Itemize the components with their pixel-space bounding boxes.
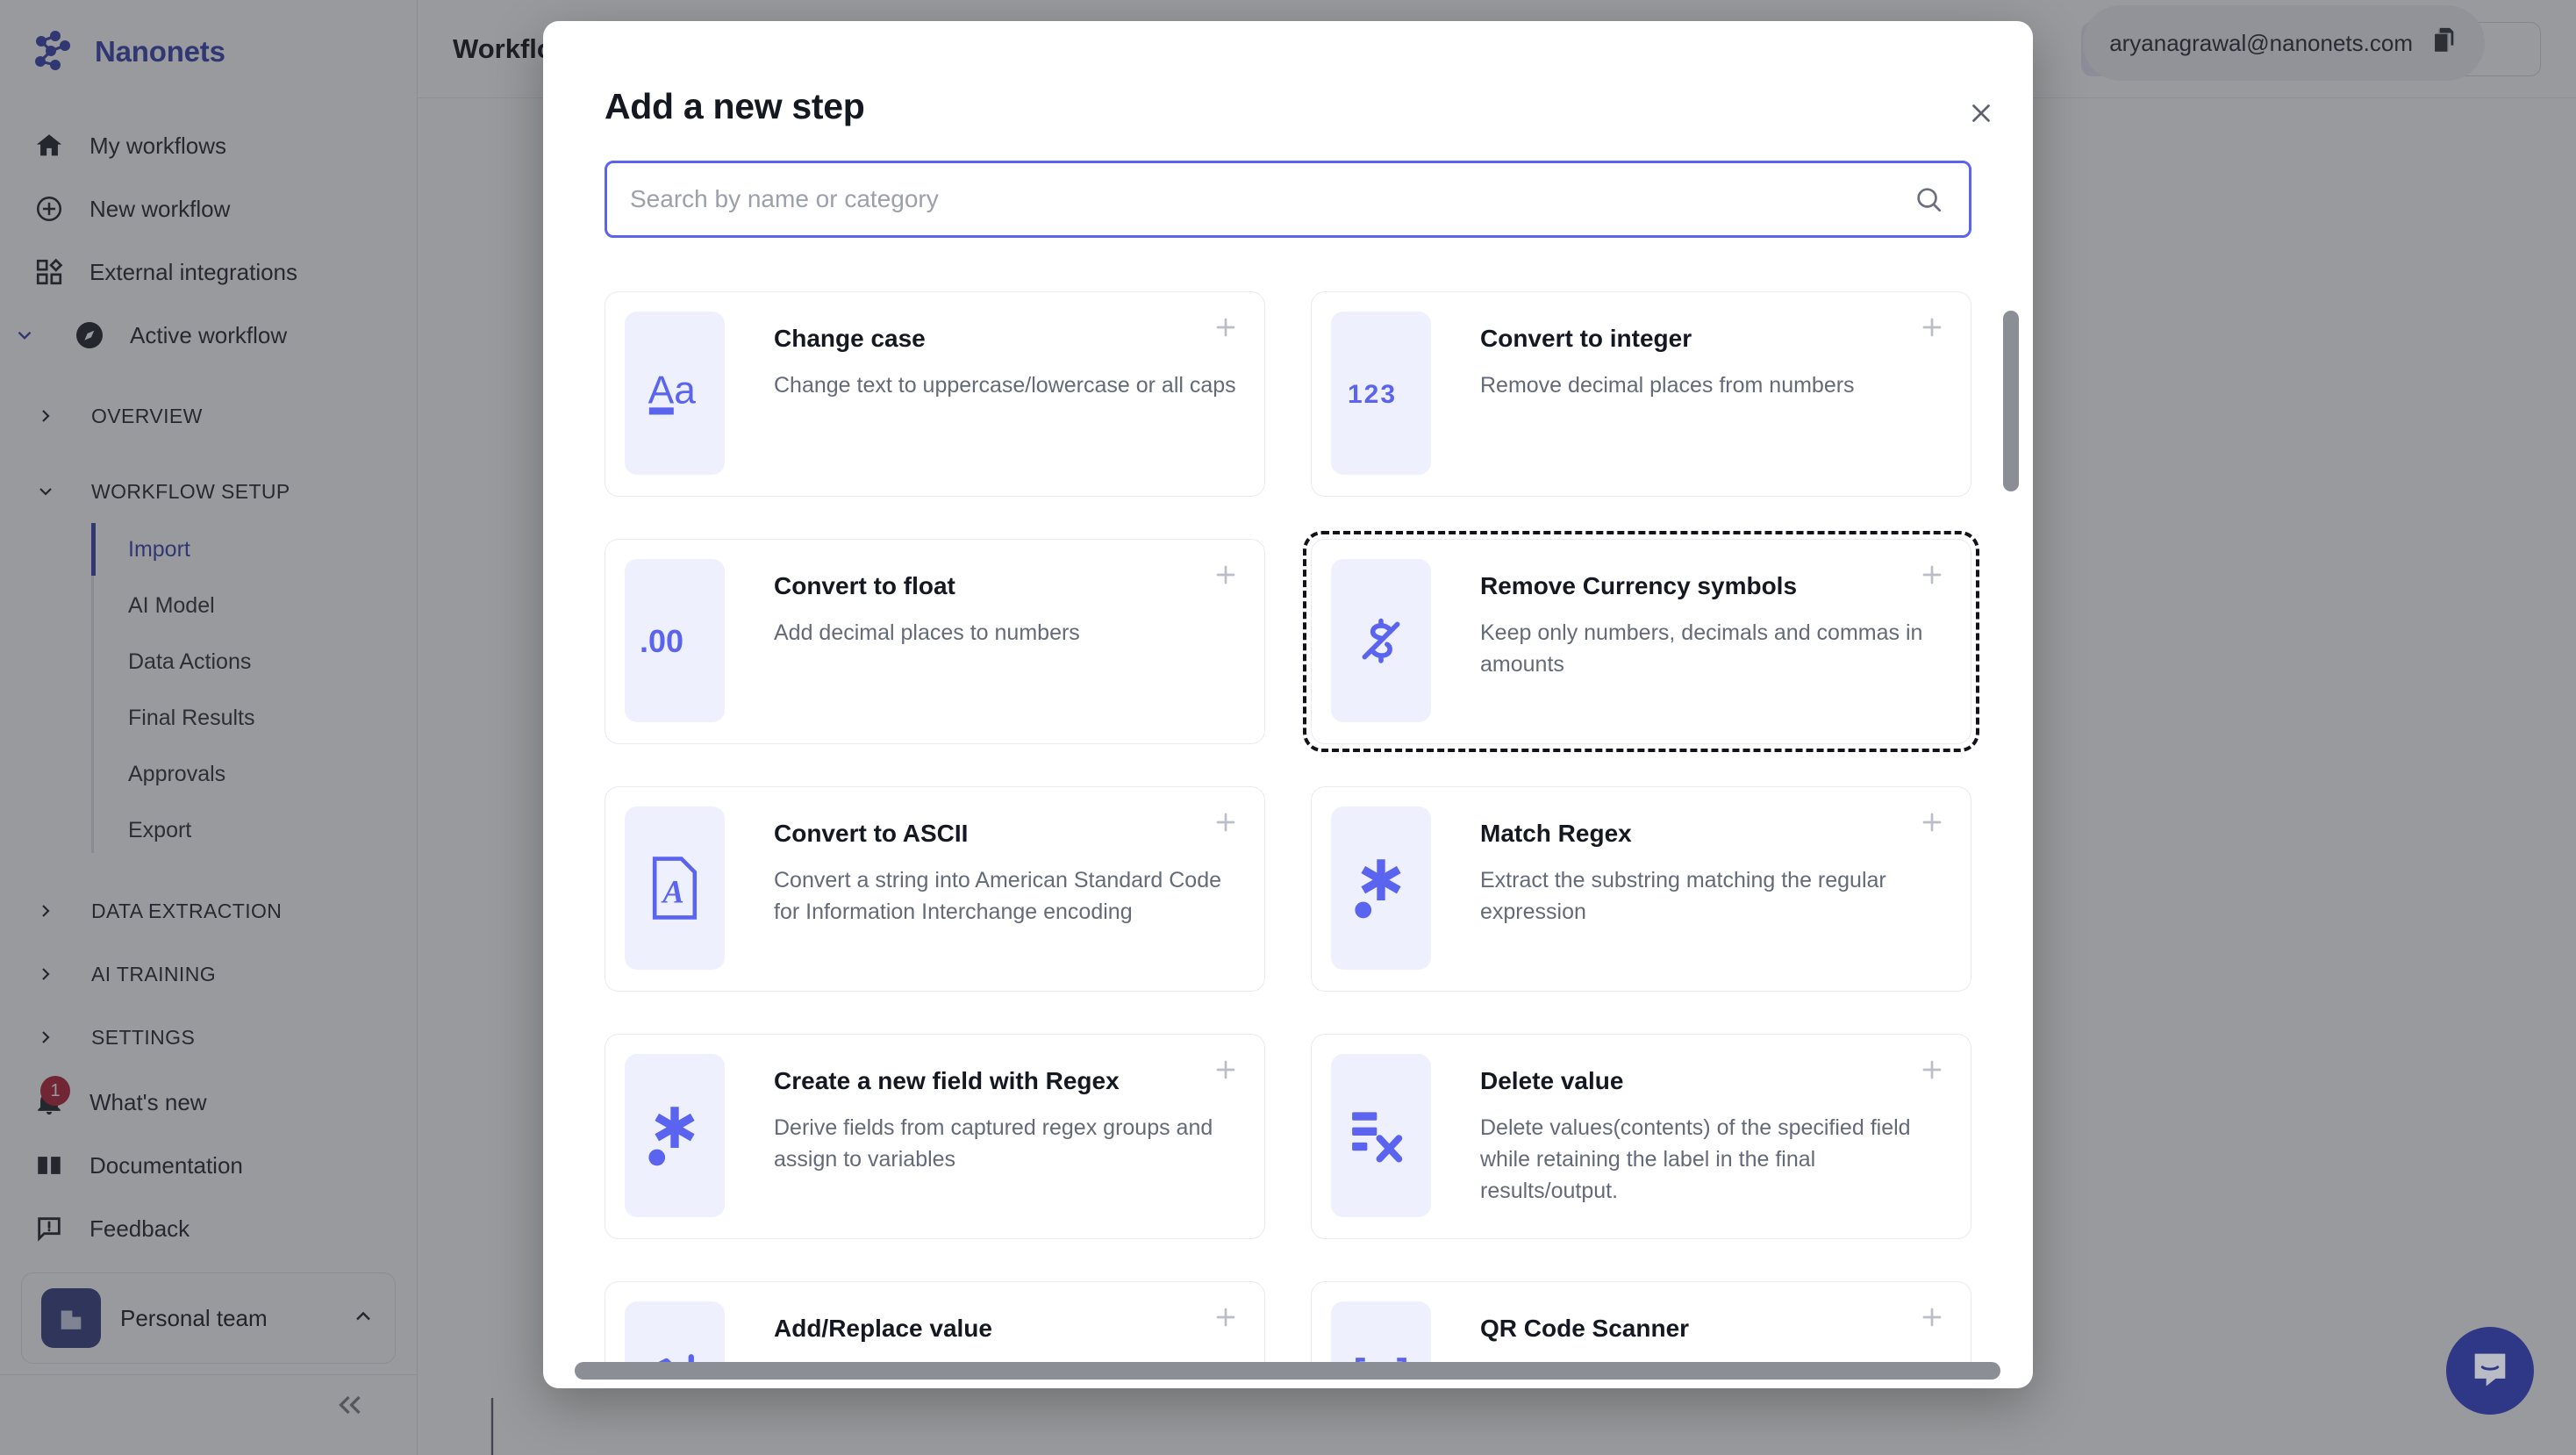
chat-bubble-icon [2467,1346,2513,1396]
step-card-title: Add/Replace value [774,1315,992,1342]
modal-title: Add a new step [605,86,865,126]
step-card-body: Remove Currency symbols Keep only number… [1431,559,1951,680]
tag-plus-icon [625,1301,725,1364]
step-card-cell: .00 Convert to float Add decimal places … [605,539,1265,744]
step-card-description: Add decimal places to numbers [774,620,1080,645]
step-list-scroll-area[interactable]: Aa Change case Change text to uppercase/… [543,284,2033,1364]
step-card-title: Convert to float [774,572,955,599]
step-card-cell: 123 Convert to integer Remove decimal pl… [1311,291,1971,497]
step-card-title: Remove Currency symbols [1480,572,1798,599]
step-card-cell: Add/Replace value Add new label or repla… [605,1281,1265,1364]
step-card-body: Convert to ASCII Convert a string into A… [725,806,1245,928]
step-card-add-replace-value[interactable]: Add/Replace value Add new label or repla… [605,1281,1265,1364]
search-icon[interactable] [1911,182,1946,217]
add-step-plus-icon[interactable] [1210,806,1241,838]
svg-text:A: A [661,874,683,910]
step-card-title: Create a new field with Regex [774,1067,1120,1094]
step-card-body: Delete value Delete values(contents) of … [1431,1054,1951,1207]
search-box[interactable] [605,161,1971,238]
add-step-plus-icon[interactable] [1916,1054,1948,1086]
convert-integer-icon: 123 [1331,312,1431,475]
regex-asterisk-icon [625,1054,725,1217]
modal-vertical-scrollbar[interactable] [2003,311,2019,491]
step-card-body: Create a new field with Regex Derive fie… [725,1054,1245,1175]
chat-launcher-button[interactable] [2446,1327,2534,1415]
step-card-description: Extract the substring matching the regul… [1480,867,1886,924]
add-step-plus-icon[interactable] [1916,312,1948,343]
step-card-title: QR Code Scanner [1480,1315,1690,1342]
change-case-icon: Aa [625,312,725,475]
add-step-plus-icon[interactable] [1210,312,1241,343]
add-new-step-modal: Add a new step Aa [543,21,2033,1388]
step-card-cell-focused: Remove Currency symbols Keep only number… [1303,531,1979,752]
step-card-match-regex[interactable]: Match Regex Extract the substring matchi… [1311,786,1971,992]
search-input[interactable] [630,185,1911,213]
delete-list-x-icon [1331,1054,1431,1217]
step-card-cell: QR Code Scanner Scan QR code [1311,1281,1971,1364]
step-card-body: QR Code Scanner Scan QR code [1431,1301,1951,1364]
step-card-convert-to-float[interactable]: .00 Convert to float Add decimal places … [605,539,1265,744]
svg-text:Aa: Aa [648,369,697,412]
step-card-body: Change case Change text to uppercase/low… [725,312,1245,401]
step-card-body: Convert to float Add decimal places to n… [725,559,1245,649]
step-card-create-field-with-regex[interactable]: Create a new field with Regex Derive fie… [605,1034,1265,1239]
add-step-plus-icon[interactable] [1916,559,1948,591]
step-card-description: Keep only numbers, decimals and commas i… [1480,620,1923,677]
add-step-plus-icon[interactable] [1210,1054,1241,1086]
add-step-plus-icon[interactable] [1210,559,1241,591]
currency-strikethrough-icon [1331,559,1431,722]
screen-root: Nanonets My workflows New workflow Exter… [0,0,2576,1455]
add-step-plus-icon[interactable] [1210,1301,1241,1333]
convert-float-icon: .00 [625,559,725,722]
step-card-convert-to-integer[interactable]: 123 Convert to integer Remove decimal pl… [1311,291,1971,497]
step-card-remove-currency-symbols[interactable]: Remove Currency symbols Keep only number… [1311,539,1971,744]
step-card-body: Match Regex Extract the substring matchi… [1431,806,1951,928]
svg-text:123: 123 [1348,380,1397,409]
search-section [543,127,2033,238]
step-card-cell: Match Regex Extract the substring matchi… [1311,786,1971,992]
ascii-document-icon: A [625,806,725,970]
step-card-body: Add/Replace value Add new label or repla… [725,1301,1245,1364]
step-card-cell: Create a new field with Regex Derive fie… [605,1034,1265,1239]
step-card-body: Convert to integer Remove decimal places… [1431,312,1951,401]
step-card-title: Delete value [1480,1067,1624,1094]
step-card-cell: A Convert to ASCII Convert a string into… [605,786,1265,992]
step-card-description: Change text to uppercase/lowercase or al… [774,372,1236,398]
step-card-cell: Aa Change case Change text to uppercase/… [605,291,1265,497]
step-card-delete-value[interactable]: Delete value Delete values(contents) of … [1311,1034,1971,1239]
modal-horizontal-scrollbar[interactable] [575,1362,2000,1380]
step-card-qr-code-scanner[interactable]: QR Code Scanner Scan QR code [1311,1281,1971,1364]
step-card-title: Change case [774,325,926,352]
regex-asterisk-icon [1331,806,1431,970]
step-card-description: Remove decimal places from numbers [1480,372,1855,398]
step-card-description: Derive fields from captured regex groups… [774,1115,1213,1172]
step-card-cell: Delete value Delete values(contents) of … [1311,1034,1971,1239]
svg-text:.00: .00 [640,623,683,659]
add-step-plus-icon[interactable] [1916,806,1948,838]
step-card-title: Convert to integer [1480,325,1692,352]
step-card-description: Convert a string into American Standard … [774,867,1221,924]
step-card-title: Convert to ASCII [774,820,969,847]
step-card-description: Delete values(contents) of the specified… [1480,1115,1911,1204]
step-card-convert-to-ascii[interactable]: A Convert to ASCII Convert a string into… [605,786,1265,992]
qr-code-icon [1331,1301,1431,1364]
step-cards-grid: Aa Change case Change text to uppercase/… [605,284,1979,1364]
step-card-title: Match Regex [1480,820,1632,847]
add-step-plus-icon[interactable] [1916,1301,1948,1333]
step-card-change-case[interactable]: Aa Change case Change text to uppercase/… [605,291,1265,497]
